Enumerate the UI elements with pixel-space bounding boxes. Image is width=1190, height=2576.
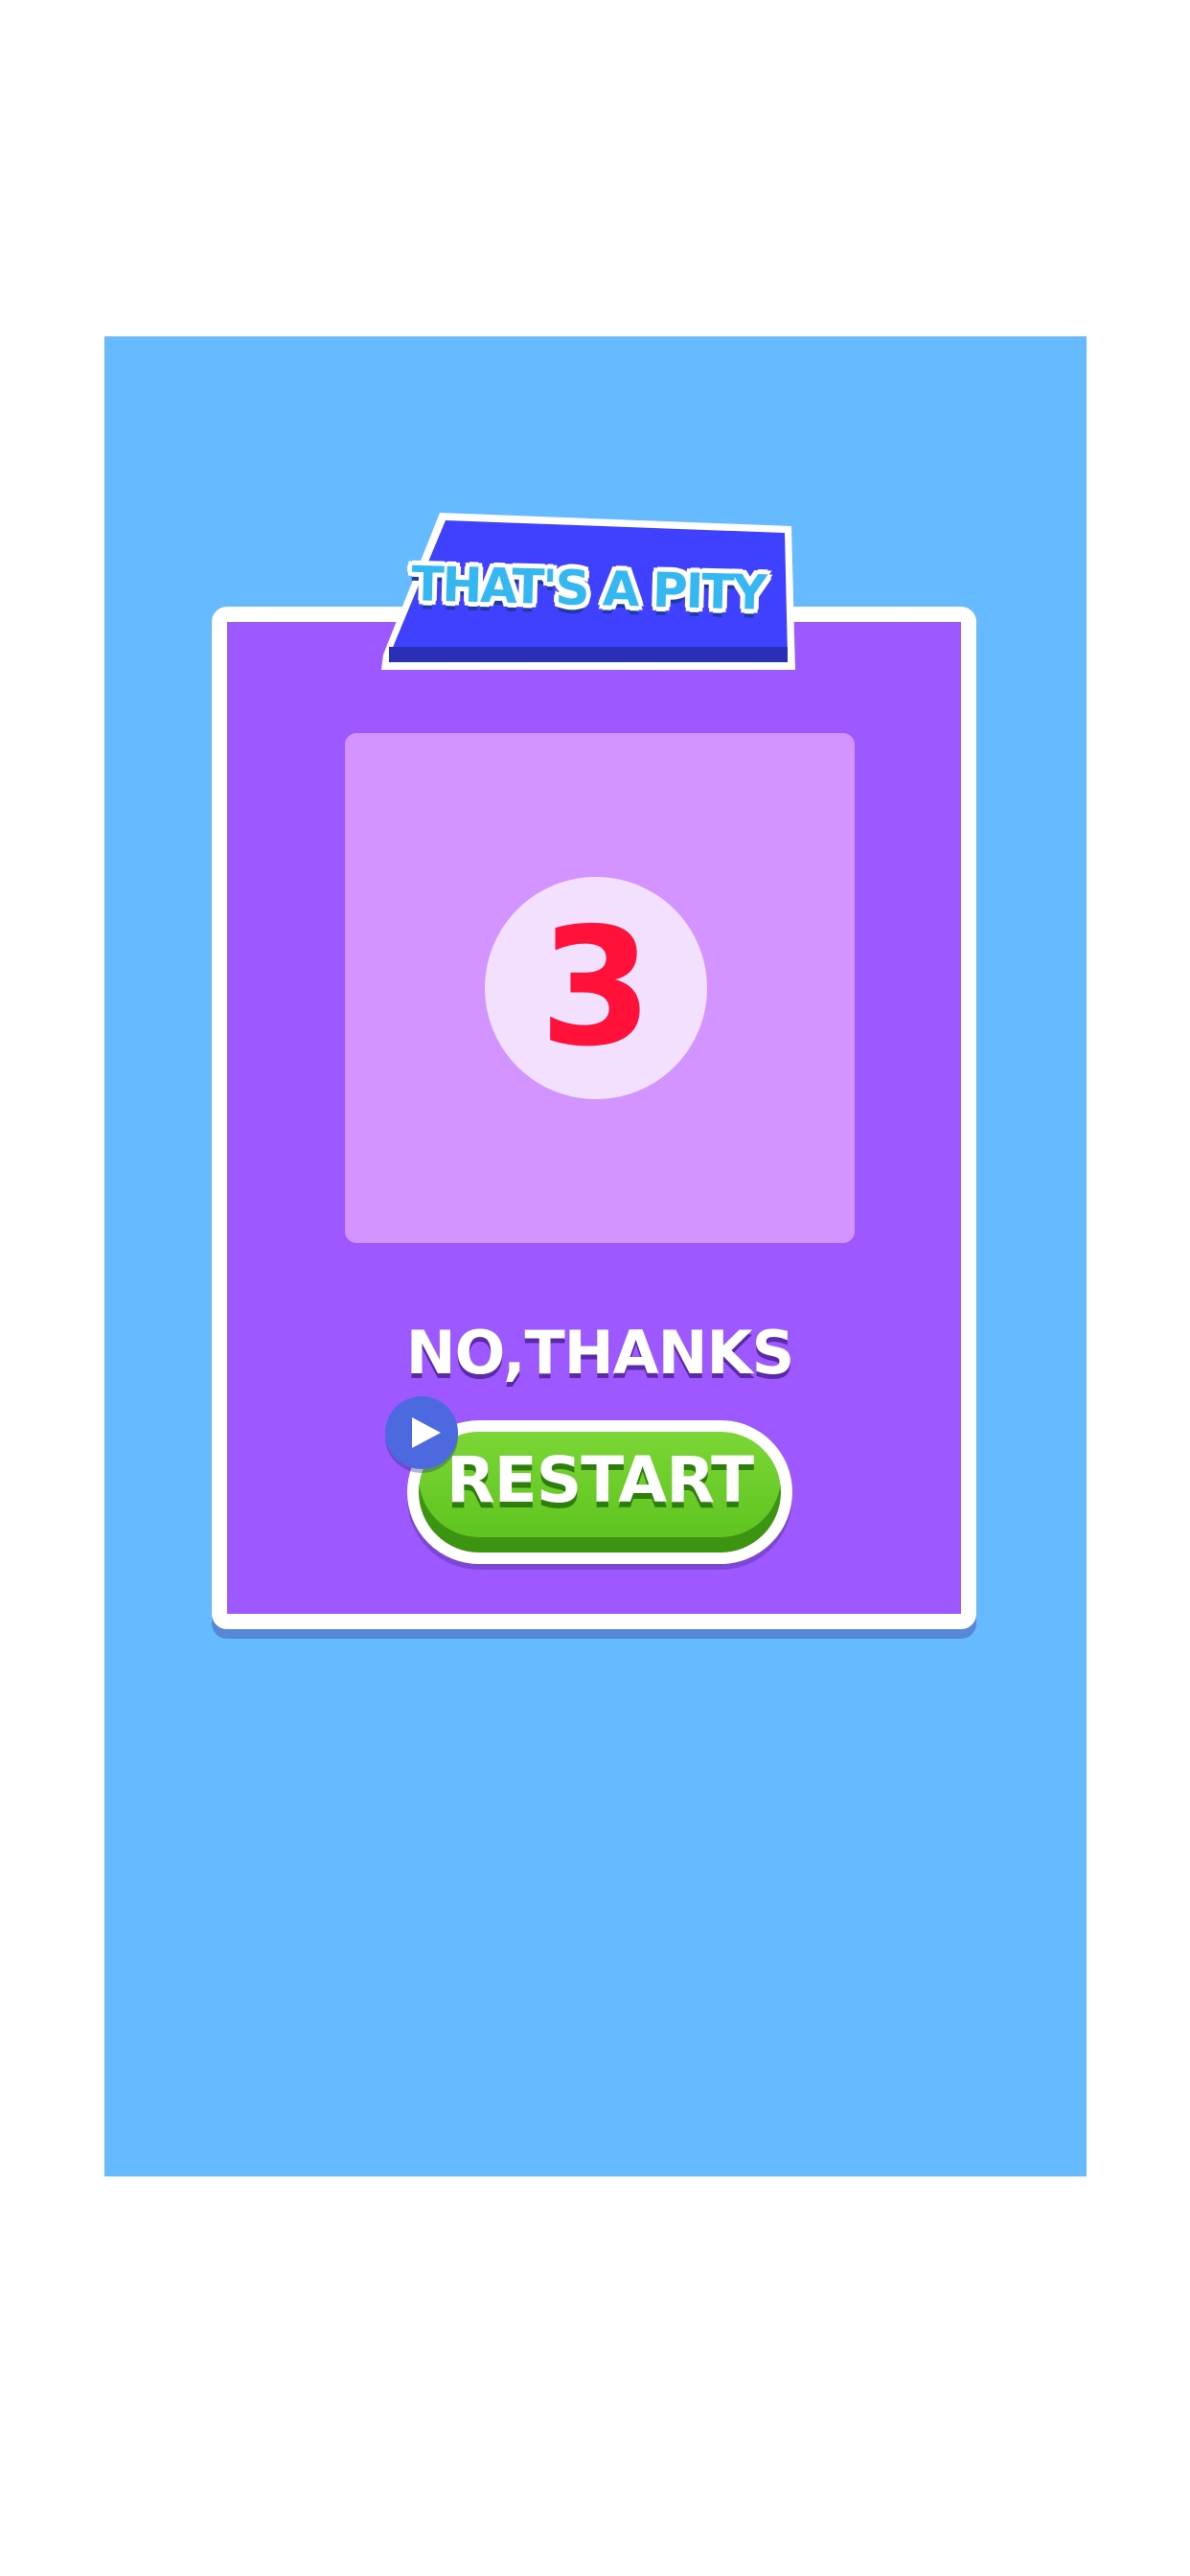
countdown-panel: 3 [345, 733, 855, 1243]
restart-button[interactable]: RESTART [407, 1420, 792, 1564]
title-banner: THAT'S A PITY [379, 511, 797, 676]
play-icon [385, 1396, 458, 1469]
play-triangle [412, 1417, 441, 1448]
countdown-number: 3 [538, 893, 653, 1083]
dialog-title: THAT'S A PITY [410, 556, 767, 621]
countdown-circle: 3 [485, 877, 707, 1099]
no-thanks-button[interactable]: NO,THANKS [403, 1318, 796, 1388]
restart-label: RESTART [446, 1443, 754, 1517]
